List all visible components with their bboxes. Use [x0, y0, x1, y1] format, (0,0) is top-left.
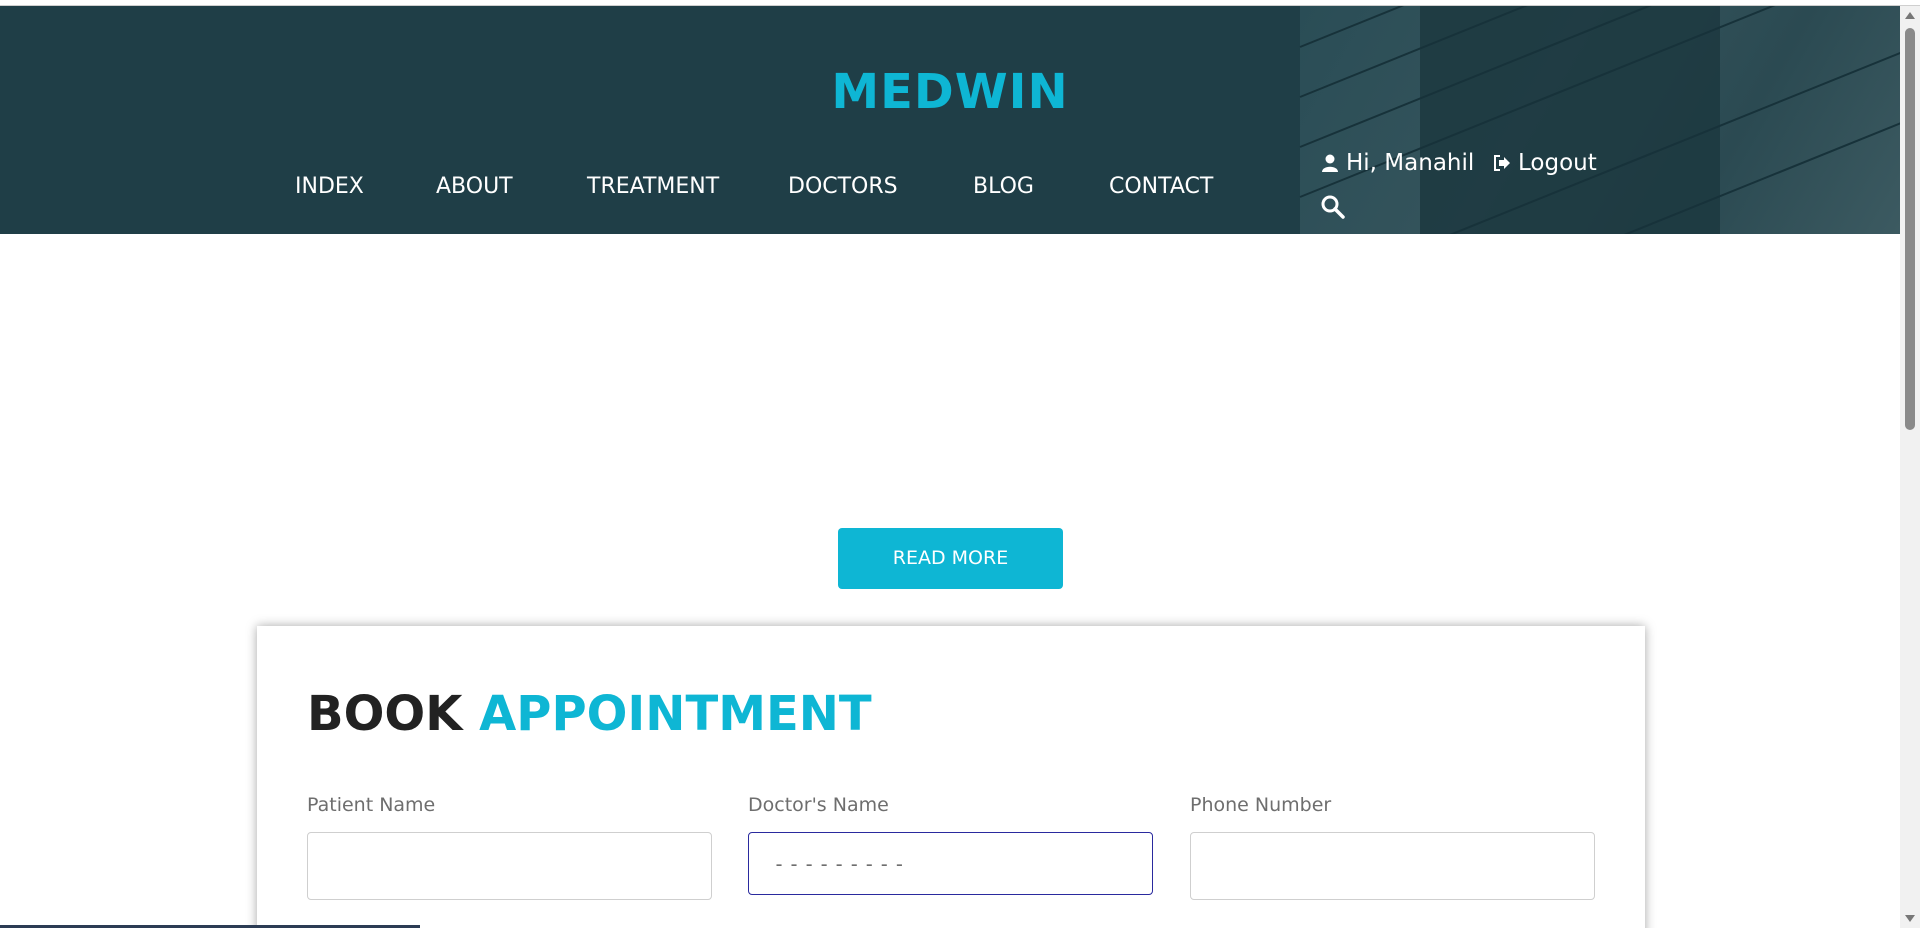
logout-label: Logout: [1518, 150, 1597, 176]
user-greeting-link[interactable]: Hi, Manahil: [1320, 150, 1474, 176]
patient-name-input[interactable]: [307, 832, 712, 900]
appointment-title-accent: APPOINTMENT: [479, 686, 872, 742]
book-appointment-card: BOOK APPOINTMENT Patient Name Doctor's N…: [257, 626, 1645, 928]
page-scrollbar[interactable]: [1900, 6, 1920, 928]
nav-item-contact[interactable]: CONTACT: [1109, 174, 1213, 199]
appointment-title: BOOK APPOINTMENT: [307, 686, 872, 742]
site-header: MEDWIN INDEX ABOUT TREATMENT DOCTORS BLO…: [0, 6, 1900, 234]
nav-item-treatment[interactable]: TREATMENT: [587, 174, 719, 199]
read-more-button[interactable]: READ MORE: [838, 528, 1063, 589]
user-greeting: Hi, Manahil: [1346, 150, 1475, 176]
nav-item-blog[interactable]: BLOG: [973, 174, 1034, 199]
nav-item-index[interactable]: INDEX: [295, 174, 364, 199]
header-building-image: [1299, 6, 1900, 234]
nav-item-doctors[interactable]: DOCTORS: [788, 174, 898, 199]
patient-name-label: Patient Name: [307, 794, 436, 816]
site-logo[interactable]: MEDWIN: [0, 64, 1900, 120]
search-icon[interactable]: [1320, 194, 1346, 220]
phone-number-label: Phone Number: [1190, 794, 1332, 816]
doctor-name-input[interactable]: [748, 832, 1153, 895]
phone-number-input[interactable]: [1190, 832, 1595, 900]
scroll-up-icon[interactable]: [1905, 12, 1915, 19]
nav-item-about[interactable]: ABOUT: [436, 174, 513, 199]
scroll-down-icon[interactable]: [1905, 915, 1915, 922]
logout-link[interactable]: Logout: [1492, 150, 1597, 176]
scrollbar-thumb[interactable]: [1905, 28, 1915, 430]
user-icon: [1322, 154, 1338, 172]
appointment-title-dark: BOOK: [307, 686, 463, 742]
logout-icon: [1494, 155, 1510, 171]
doctor-name-label: Doctor's Name: [748, 794, 889, 816]
